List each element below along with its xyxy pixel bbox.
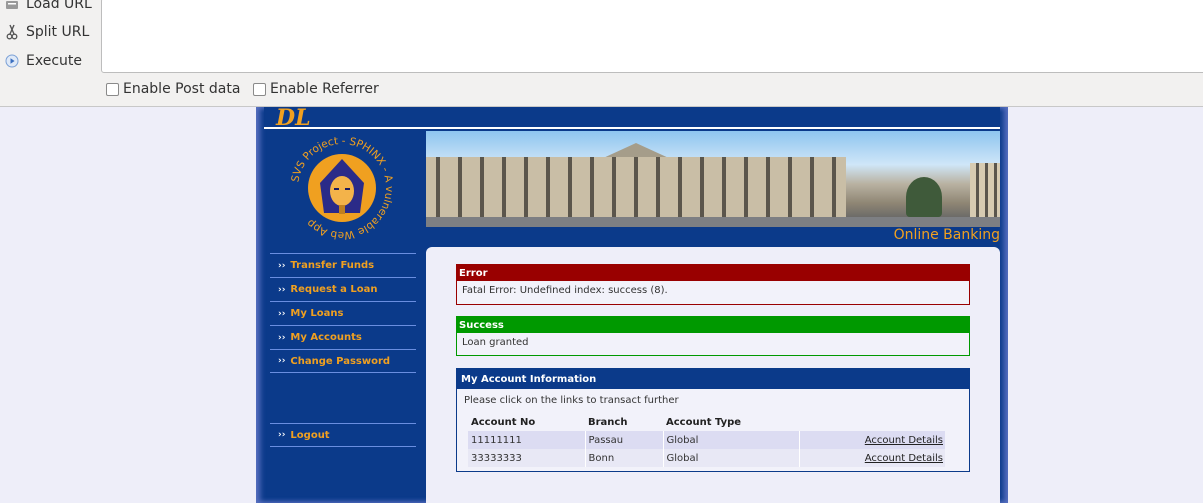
chevron-right-icon: ›› (278, 284, 286, 295)
nav-item-label: My Loans (290, 308, 344, 319)
chevron-right-icon: ›› (278, 332, 286, 343)
column-header: Branch (588, 417, 628, 428)
url-textarea[interactable] (101, 0, 1203, 73)
error-panel: Error Fatal Error: Undefined index: succ… (456, 264, 970, 305)
nav-transfer-funds[interactable]: ›› Transfer Funds (270, 253, 416, 277)
success-panel: Success Loan granted (456, 316, 970, 356)
chevron-right-icon: ›› (278, 356, 286, 366)
hackbar-toolbar: Load URL Split URL Execute Enable Post d… (0, 0, 1203, 107)
nav-my-loans[interactable]: ›› My Loans (270, 301, 416, 325)
nav-item-label: Request a Loan (290, 284, 378, 295)
checkbox-box[interactable] (106, 82, 119, 96)
logo-strip: DL (264, 105, 1000, 131)
table-row: 33333333 Bonn Global Account Details (468, 449, 945, 467)
column-header: Account Type (666, 417, 742, 428)
brand-mark: DL (276, 105, 311, 131)
enable-post-data-label: Enable Post data (123, 81, 241, 97)
branch-cell: Passau (584, 431, 663, 449)
sidebar-nav: ›› Transfer Funds ›› Request a Loan ›› M… (270, 253, 416, 373)
success-message: Loan granted (462, 337, 529, 348)
nav-item-label: Change Password (290, 355, 391, 367)
table-header-row: Account No Branch Account Type (468, 414, 945, 431)
chevron-right-icon: ›› (278, 260, 286, 271)
chevron-right-icon: ›› (278, 308, 286, 319)
account-type-cell: Global (662, 449, 799, 467)
accounts-table: Account No Branch Account Type 11111111 … (468, 414, 945, 467)
scissors-icon (4, 24, 20, 40)
column-header: Account No (471, 417, 536, 428)
enable-post-data-checkbox[interactable]: Enable Post data (106, 80, 240, 98)
account-info-title: My Account Information (457, 369, 969, 389)
execute-label: Execute (26, 53, 82, 69)
account-type-cell: Global (662, 431, 799, 449)
split-url-label: Split URL (26, 24, 90, 40)
play-icon (4, 53, 20, 69)
load-url-button[interactable]: Load URL (4, 0, 92, 16)
checkbox-box[interactable] (253, 82, 266, 96)
banner-image (426, 131, 1000, 227)
logout-label: Logout (290, 429, 330, 441)
account-details-link[interactable]: Account Details (865, 435, 943, 446)
nav-logout[interactable]: ›› Logout (270, 423, 416, 447)
nav-request-loan[interactable]: ›› Request a Loan (270, 277, 416, 301)
account-details-link[interactable]: Account Details (865, 453, 943, 464)
online-banking-tagline: Online Banking (893, 227, 1000, 243)
load-url-label: Load URL (26, 0, 92, 12)
nav-item-label: Transfer Funds (290, 260, 375, 271)
execute-button[interactable]: Execute (4, 49, 82, 73)
sphinx-logo: SVS Project - SPHINX - A vulnerable Web … (286, 131, 398, 245)
enable-referrer-checkbox[interactable]: Enable Referrer (253, 80, 379, 98)
chevron-right-icon: ›› (278, 430, 286, 440)
account-no-cell: 33333333 (468, 449, 585, 467)
load-url-icon (4, 0, 20, 12)
error-message: Fatal Error: Undefined index: success (8… (462, 285, 668, 296)
nav-my-accounts[interactable]: ›› My Accounts (270, 325, 416, 349)
branch-cell: Bonn (584, 449, 663, 467)
error-title: Error (457, 265, 969, 281)
enable-referrer-label: Enable Referrer (270, 81, 379, 97)
main-content: Error Fatal Error: Undefined index: succ… (426, 247, 1000, 503)
account-info-instruction: Please click on the links to transact fu… (464, 395, 679, 406)
table-row: 11111111 Passau Global Account Details (468, 431, 945, 449)
nav-item-label: My Accounts (290, 332, 362, 343)
success-title: Success (457, 317, 969, 333)
split-url-button[interactable]: Split URL (4, 20, 89, 44)
account-info-panel: My Account Information Please click on t… (456, 368, 970, 472)
page-frame: DL SVS Project - SPHINX - A vulnerable W… (256, 105, 1008, 503)
account-no-cell: 11111111 (468, 431, 585, 449)
nav-change-password[interactable]: ›› Change Password (270, 349, 416, 373)
